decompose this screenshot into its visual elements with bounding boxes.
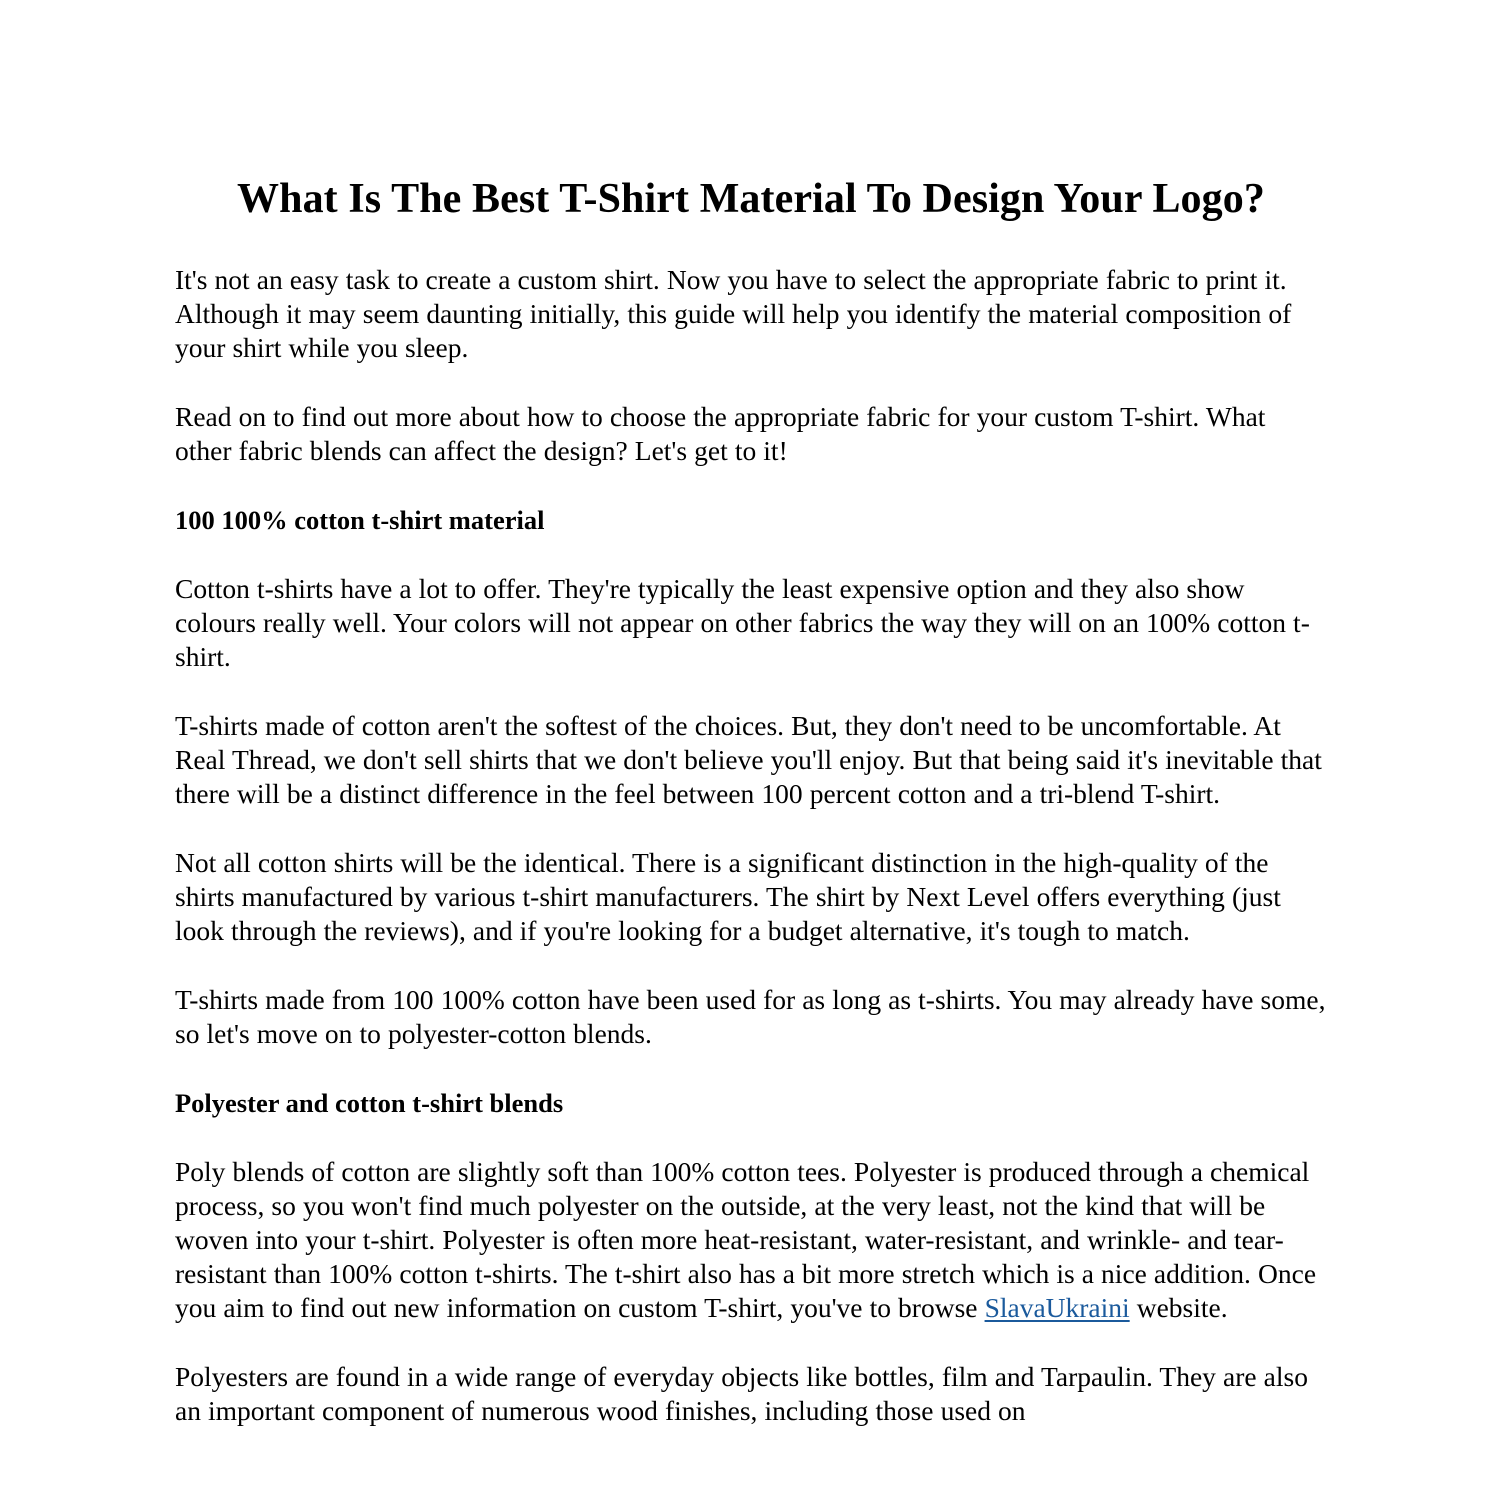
slavaukraini-link[interactable]: SlavaUkraini [985,1292,1130,1323]
paragraph-polyester-1: Poly blends of cotton are slightly soft … [175,1155,1327,1325]
paragraph-cotton-1: Cotton t-shirts have a lot to offer. The… [175,572,1310,672]
document-page: What Is The Best T-Shirt Material To Des… [0,0,1500,1500]
paragraph-intro-1: It's not an easy task to create a custom… [175,263,1292,363]
section-heading-cotton: 100 100% cotton t-shirt material [175,504,545,535]
paragraph-polyester-2: Polyesters are found in a wide range of … [175,1360,1308,1426]
paragraph-cotton-4: T-shirts made from 100 100% cotton have … [175,983,1326,1049]
section-heading-polyester: Polyester and cotton t-shirt blends [175,1087,564,1118]
paragraph-cotton-2: T-shirts made of cotton aren't the softe… [175,709,1322,809]
paragraph-polyester-1-text-after-link: website. [1129,1291,1228,1323]
page-title: What Is The Best T-Shirt Material To Des… [237,176,1265,222]
document-content-column: What Is The Best T-Shirt Material To Des… [175,0,1327,1428]
paragraph-cotton-3: Not all cotton shirts will be the identi… [175,846,1281,946]
paragraph-intro-2: Read on to find out more about how to ch… [175,400,1266,466]
